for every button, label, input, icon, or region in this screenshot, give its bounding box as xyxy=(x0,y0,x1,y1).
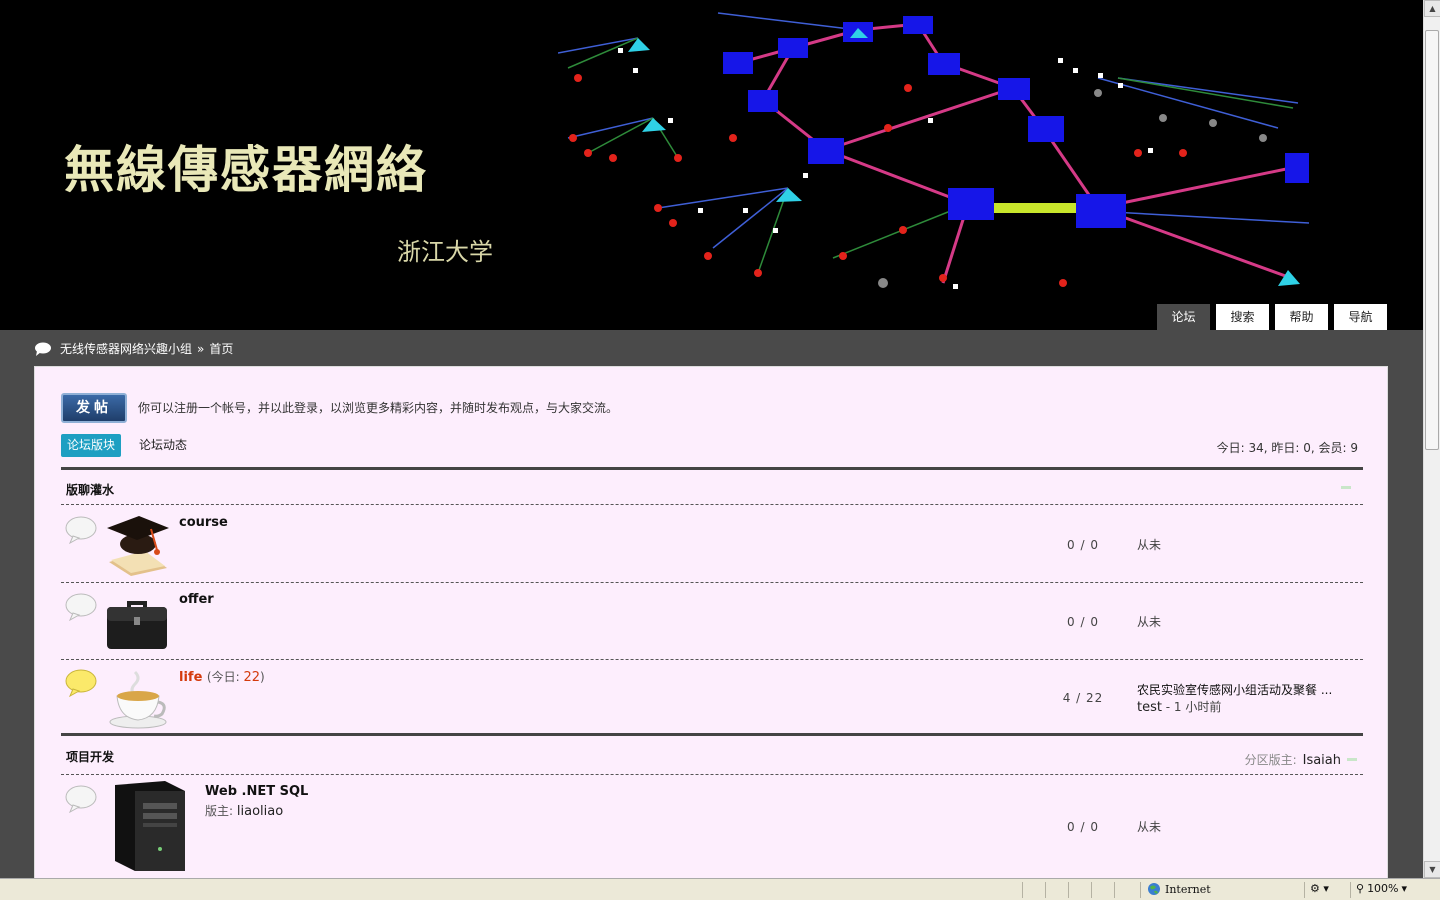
coffee-cup-icon xyxy=(109,670,167,729)
nav-tab-search[interactable]: 搜索 xyxy=(1216,304,1269,330)
vertical-scrollbar[interactable]: ▲ ▼ xyxy=(1423,0,1440,878)
globe-icon xyxy=(1148,883,1160,895)
forum-link-life[interactable]: life xyxy=(179,670,202,685)
forum-link-web-net-sql[interactable]: Web .NET SQL xyxy=(205,784,308,799)
security-zone: Internet xyxy=(1147,882,1211,896)
status-divider xyxy=(1022,882,1023,898)
chevron-down-icon: ▾ xyxy=(1401,882,1408,895)
forum-status-bubble-icon xyxy=(65,593,97,621)
site-title: 無線傳感器網絡 xyxy=(64,140,428,199)
forum-moderator-link[interactable]: liaoliao xyxy=(237,804,283,819)
tab-forum-activity[interactable]: 论坛动态 xyxy=(133,434,193,457)
new-post-button[interactable]: 发帖 xyxy=(61,393,127,423)
nav-tab-help[interactable]: 帮助 xyxy=(1275,304,1328,330)
group-title: 版聊灌水 xyxy=(66,483,115,497)
today-close: ) xyxy=(260,670,265,684)
graduation-cap-icon xyxy=(107,516,169,576)
forum-counts: 0 / 0 xyxy=(1067,820,1099,834)
forum-title-life: life (今日: 22) xyxy=(179,668,265,685)
status-divider xyxy=(1140,882,1141,898)
forum-counts: 0 / 0 xyxy=(1067,615,1099,629)
group-title: 项目开发 xyxy=(66,750,115,764)
server-tower-icon xyxy=(115,781,185,871)
forum-sub-tabs: 论坛版块 论坛动态 xyxy=(61,434,193,457)
today-post-count: (今日: 22) xyxy=(206,670,265,685)
forum-row-offer: offer 0 / 0 从未 xyxy=(61,583,1363,660)
forum-moderator: 版主: liaoliao xyxy=(205,802,283,819)
site-subtitle: 浙江大学 xyxy=(397,238,493,266)
tab-forum-boards[interactable]: 论坛版块 xyxy=(61,434,122,457)
magnifier-icon: ⚲ xyxy=(1356,882,1365,895)
group-header-chat: 版聊灌水 xyxy=(61,467,1363,505)
chat-bubble-icon xyxy=(35,342,51,356)
status-divider xyxy=(1068,882,1069,898)
breadcrumb-separator: » xyxy=(197,341,205,356)
browser-status-bar: Internet ⚙ ▾ ⚲ 100% ▾ xyxy=(0,878,1440,900)
scrollbar-thumb[interactable] xyxy=(1425,30,1439,450)
protected-mode-icon[interactable]: ⚙ ▾ xyxy=(1310,882,1329,895)
forum-last-post: 从未 xyxy=(1137,820,1162,834)
forum-moderator-label: 版主: xyxy=(205,804,234,818)
status-divider xyxy=(1304,882,1305,898)
scroll-up-arrow-icon[interactable]: ▲ xyxy=(1424,0,1440,17)
forum-link-offer[interactable]: offer xyxy=(179,592,214,607)
status-divider xyxy=(1350,882,1351,898)
forum-row-life: life (今日: 22) 4 / 22 农民实验室传感网小组活动及聚餐 ...… xyxy=(61,660,1363,736)
nav-tab-forum[interactable]: 论坛 xyxy=(1157,304,1210,330)
top-nav: 论坛 搜索 帮助 导航 xyxy=(1157,304,1387,330)
status-divider xyxy=(1114,882,1115,898)
briefcase-icon xyxy=(107,601,167,649)
site-header: 無線傳感器網絡 浙江大学 论坛 搜索 帮助 导航 xyxy=(0,0,1423,330)
breadcrumb-current: 首页 xyxy=(209,342,234,356)
group-header-projects: 项目开发 分区版主: Isaiah xyxy=(61,739,1363,775)
group-moderator: 分区版主: Isaiah xyxy=(1245,751,1341,768)
forum-link-course[interactable]: course xyxy=(179,515,228,530)
forum-row-web-net-sql: Web .NET SQL 版主: liaoliao 0 / 0 从未 xyxy=(61,775,1363,879)
today-label: (今日: xyxy=(206,670,240,684)
zoom-level: 100% xyxy=(1367,882,1399,895)
forum-row-course: course 0 / 0 从未 xyxy=(61,506,1363,583)
group-moderator-link[interactable]: Isaiah xyxy=(1303,753,1341,768)
breadcrumb-home-link[interactable]: 无线传感器网络兴趣小组 xyxy=(60,340,192,357)
forum-status-bubble-icon xyxy=(65,785,97,813)
last-post-user-link[interactable]: test xyxy=(1137,700,1162,715)
status-divider xyxy=(1091,882,1092,898)
forum-counts: 4 / 22 xyxy=(1062,691,1104,705)
network-banner-image xyxy=(558,12,1309,289)
forum-stats: 今日: 34, 昨日: 0, 会员: 9 xyxy=(1216,441,1358,455)
forum-new-posts-bubble-icon xyxy=(65,669,97,697)
register-notice: 你可以注册一个帐号，并以此登录，以浏览更多精彩内容，并随时发布观点，与大家交流。 xyxy=(138,401,619,415)
status-divider xyxy=(1045,882,1046,898)
group-moderator-label: 分区版主: xyxy=(1244,753,1297,767)
collapse-toggle-icon[interactable] xyxy=(1347,758,1357,761)
collapse-toggle-icon[interactable] xyxy=(1341,486,1351,489)
forum-last-post: 农民实验室传感网小组活动及聚餐 ... test - 1 小时前 xyxy=(1137,681,1332,715)
last-post-title-link[interactable]: 农民实验室传感网小组活动及聚餐 ... xyxy=(1137,683,1332,697)
forum-counts: 0 / 0 xyxy=(1067,538,1099,552)
forum-main-panel: 发帖 你可以注册一个帐号，并以此登录，以浏览更多精彩内容，并随时发布观点，与大家… xyxy=(34,366,1388,886)
forum-last-post: 从未 xyxy=(1137,615,1162,629)
last-post-time: - 1 小时前 xyxy=(1161,700,1222,714)
nav-tab-navigation[interactable]: 导航 xyxy=(1334,304,1387,330)
today-count: 22 xyxy=(243,670,261,685)
forum-last-post: 从未 xyxy=(1137,538,1162,552)
breadcrumb: 无线传感器网络兴趣小组 » 首页 xyxy=(34,340,233,357)
forum-status-bubble-icon xyxy=(65,516,97,544)
scroll-down-arrow-icon[interactable]: ▼ xyxy=(1424,861,1440,878)
zone-label: Internet xyxy=(1165,882,1211,896)
zoom-control[interactable]: ⚲ 100% ▾ xyxy=(1356,882,1407,895)
